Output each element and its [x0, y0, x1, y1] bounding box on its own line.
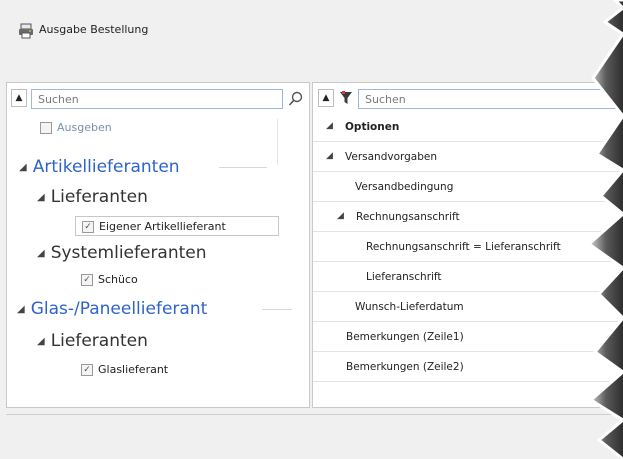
collapse-triangle-icon[interactable]: ◢ [326, 121, 333, 131]
row-label: Lieferanschrift [366, 271, 442, 283]
row-bemerkungen-2[interactable]: Bemerkungen (Zeile2) [313, 352, 623, 382]
row-label: Bemerkungen (Zeile2) [346, 361, 464, 373]
row-label: Wunsch-Lieferdatum [355, 301, 464, 313]
row-optionen[interactable]: ◢ Optionen [313, 112, 623, 142]
row-label: Optionen [345, 121, 400, 133]
window-title: Ausgabe Bestellung [39, 23, 149, 36]
row-label: Bemerkungen (Zeile1) [346, 331, 464, 343]
row-lieferanschrift[interactable]: Lieferanschrift [313, 262, 623, 292]
group-title: Artikellieferanten [32, 157, 180, 177]
checkbox-checked[interactable]: ✓ [82, 221, 94, 233]
collapse-triangle-icon[interactable]: ◢ [326, 151, 333, 161]
right-search-input[interactable] [358, 89, 620, 109]
subgroup-title: Systemlieferanten [50, 243, 207, 263]
right-collapse-button[interactable]: ▲ [318, 89, 334, 107]
collapse-triangle-icon[interactable]: ◢ [37, 248, 45, 259]
collapse-triangle-icon[interactable]: ◢ [37, 336, 45, 347]
left-collapse-button[interactable]: ▲ [11, 89, 27, 107]
row-versandvorgaben[interactable]: ◢ Versandvorgaben [313, 142, 623, 172]
row-wunsch-lieferdatum[interactable]: Wunsch-Lieferdatum [313, 292, 623, 322]
row-label: Rechnungsanschrift [356, 211, 460, 223]
item-label: Eigener Artikellieferant [99, 220, 226, 233]
list-item-eigener[interactable]: ✓ Eigener Artikellieferant [75, 216, 279, 236]
divider [277, 119, 278, 165]
checkbox-box[interactable] [40, 122, 52, 134]
checkbox-checked[interactable]: ✓ [81, 364, 93, 376]
printer-icon [19, 23, 33, 39]
right-search-bar: ▲ [318, 89, 620, 109]
divider [6, 414, 623, 415]
row-label: Versandbedingung [355, 181, 454, 193]
item-label: Schüco [98, 273, 138, 286]
list-item-schueco[interactable]: ✓ Schüco [81, 273, 138, 286]
title-bar: Ausgabe Bestellung [0, 0, 623, 82]
divider [262, 309, 292, 310]
group-title: Glas-/Paneellieferant [30, 299, 208, 319]
row-label: Rechnungsanschrift = Lieferanschrift [366, 241, 561, 253]
collapse-triangle-icon[interactable]: ◢ [37, 192, 45, 203]
row-rechnung-gleich-liefer[interactable]: Rechnungsanschrift = Lieferanschrift [313, 232, 623, 262]
magnifier-icon[interactable] [288, 91, 304, 107]
item-label: Glaslieferant [98, 363, 169, 376]
collapse-triangle-icon[interactable]: ◢ [17, 304, 25, 315]
filter-icon[interactable] [339, 90, 353, 106]
ausgeben-label: Ausgeben [57, 121, 112, 134]
left-search-bar: ▲ [11, 89, 307, 109]
subgroup-title: Lieferanten [50, 331, 148, 351]
subgroup-lieferanten[interactable]: ◢ Lieferanten [37, 187, 148, 207]
row-label: Versandvorgaben [345, 151, 438, 163]
checkbox-checked[interactable]: ✓ [81, 274, 93, 286]
subgroup-title: Lieferanten [50, 187, 148, 207]
row-bemerkungen-1[interactable]: Bemerkungen (Zeile1) [313, 322, 623, 352]
group-glas[interactable]: ◢ Glas-/Paneellieferant [17, 299, 207, 319]
bottom-bar [0, 408, 623, 459]
options-panel: ▲ ◢ Optionen ◢ Versandvorgaben Versandbe… [312, 82, 623, 408]
torn-edge-decoration [586, 0, 623, 459]
row-versandbedingung[interactable]: Versandbedingung [313, 172, 623, 202]
group-artikellieferanten[interactable]: ◢ Artikellieferanten [19, 157, 180, 177]
ausgeben-checkbox[interactable]: Ausgeben [40, 121, 112, 134]
subgroup-systemlieferanten[interactable]: ◢ Systemlieferanten [37, 243, 207, 263]
divider [219, 167, 267, 168]
collapse-triangle-icon[interactable]: ◢ [337, 211, 344, 221]
selection-panel: ▲ Ausgeben ◢ Artikellieferanten ◢ Lieferan… [6, 82, 310, 408]
list-item-glaslieferant[interactable]: ✓ Glaslieferant [81, 363, 168, 376]
left-search-input[interactable] [31, 89, 283, 109]
subgroup-lieferanten-2[interactable]: ◢ Lieferanten [37, 331, 148, 351]
collapse-triangle-icon[interactable]: ◢ [19, 162, 27, 173]
row-rechnungsanschrift[interactable]: ◢ Rechnungsanschrift [313, 202, 623, 232]
